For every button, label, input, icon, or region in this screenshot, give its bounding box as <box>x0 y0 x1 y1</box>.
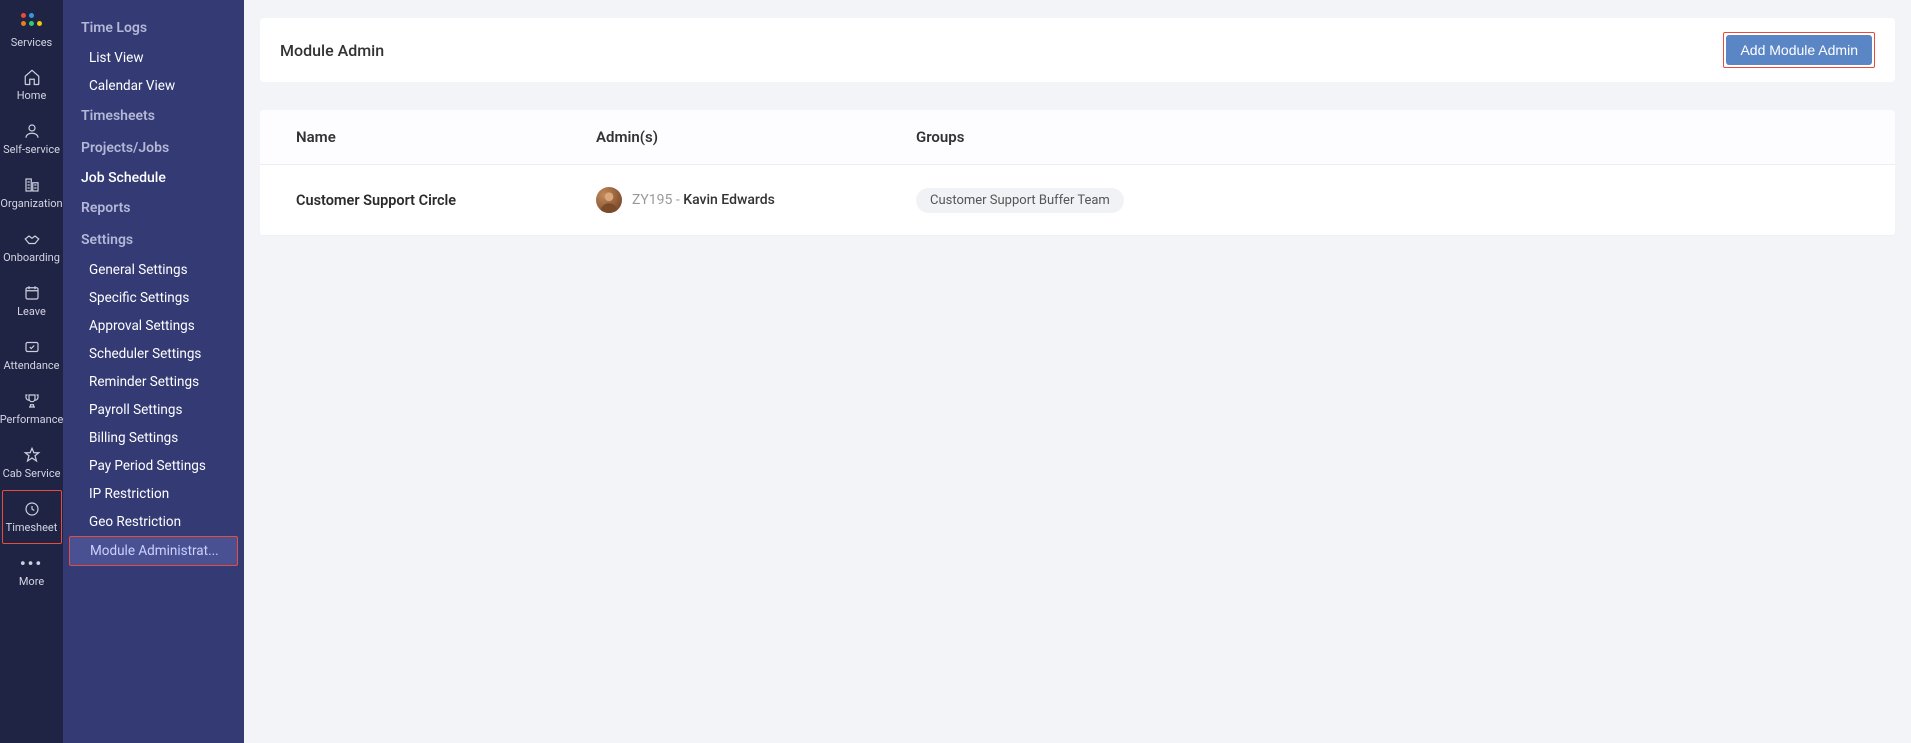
calendar-icon <box>23 284 41 302</box>
add-module-admin-highlight: Add Module Admin <box>1723 32 1875 68</box>
column-header-groups: Groups <box>916 128 1859 146</box>
cell-admins: ZY195 - Kavin Edwards <box>596 187 916 213</box>
rail-onboarding[interactable]: Onboarding <box>2 220 62 274</box>
app-logo-icon <box>20 13 44 31</box>
main-area: Module Admin Add Module Admin Name Admin… <box>244 0 1911 743</box>
admin-name: Kavin Edwards <box>683 192 775 208</box>
rail-leave[interactable]: Leave <box>2 274 62 328</box>
rail-label: Performance <box>0 413 63 426</box>
table-row[interactable]: Customer Support Circle ZY195 - Kavin Ed… <box>260 165 1895 236</box>
cell-name: Customer Support Circle <box>296 192 596 209</box>
rail-more[interactable]: ••• More <box>2 544 62 598</box>
rail-label: Self-service <box>3 143 60 156</box>
column-header-name: Name <box>296 128 596 146</box>
rail-attendance[interactable]: Attendance <box>2 328 62 382</box>
rail-label: Timesheet <box>6 521 58 534</box>
cell-groups: Customer Support Buffer Team <box>916 188 1859 213</box>
sidebar-section-projects-jobs[interactable]: Projects/Jobs <box>63 132 244 164</box>
rail-self-service[interactable]: Self-service <box>2 112 62 166</box>
clock-icon <box>23 500 41 518</box>
sidebar-item-specific-settings[interactable]: Specific Settings <box>63 284 244 312</box>
primary-nav: Services Home Self-service Organization … <box>0 0 63 743</box>
rail-label: Cab Service <box>3 467 61 480</box>
admin-code: ZY195 <box>632 192 672 208</box>
rail-label: Attendance <box>3 359 59 372</box>
sidebar-section-reports[interactable]: Reports <box>63 192 244 224</box>
page-header-card: Module Admin Add Module Admin <box>260 18 1895 82</box>
sidebar-item-approval-settings[interactable]: Approval Settings <box>63 312 244 340</box>
sidebar-item-reminder-settings[interactable]: Reminder Settings <box>63 368 244 396</box>
sidebar-section-timesheets[interactable]: Timesheets <box>63 100 244 132</box>
rail-label: Onboarding <box>3 251 60 264</box>
sidebar-item-general-settings[interactable]: General Settings <box>63 256 244 284</box>
user-icon <box>23 122 41 140</box>
sidebar-item-calendar-view[interactable]: Calendar View <box>63 72 244 100</box>
rail-label: Home <box>17 89 47 102</box>
rail-label: Leave <box>17 305 46 318</box>
sidebar-item-pay-period-settings[interactable]: Pay Period Settings <box>63 452 244 480</box>
sidebar-item-scheduler-settings[interactable]: Scheduler Settings <box>63 340 244 368</box>
rail-label: More <box>19 575 44 588</box>
column-header-admins: Admin(s) <box>596 128 916 146</box>
more-icon: ••• <box>23 554 41 572</box>
rail-organization[interactable]: Organization <box>2 166 62 220</box>
table-header-row: Name Admin(s) Groups <box>260 110 1895 165</box>
attendance-icon <box>23 338 41 356</box>
sidebar-item-job-schedule[interactable]: Job Schedule <box>63 164 244 192</box>
home-icon <box>23 68 41 86</box>
sidebar-item-payroll-settings[interactable]: Payroll Settings <box>63 396 244 424</box>
rail-performance[interactable]: Performance <box>2 382 62 436</box>
group-chip: Customer Support Buffer Team <box>916 188 1124 213</box>
rail-timesheet[interactable]: Timesheet <box>2 490 62 544</box>
rail-label: Organization <box>0 197 62 210</box>
sidebar-section-settings[interactable]: Settings <box>63 224 244 256</box>
star-icon <box>23 446 41 464</box>
sidebar-item-ip-restriction[interactable]: IP Restriction <box>63 480 244 508</box>
avatar <box>596 187 622 213</box>
organization-icon <box>23 176 41 194</box>
sidebar-section-time-logs[interactable]: Time Logs <box>63 12 244 44</box>
sidebar-item-list-view[interactable]: List View <box>63 44 244 72</box>
module-admin-table: Name Admin(s) Groups Customer Support Ci… <box>260 110 1895 236</box>
rail-cab-service[interactable]: Cab Service <box>2 436 62 490</box>
secondary-sidebar: Time Logs List View Calendar View Timesh… <box>63 0 244 743</box>
trophy-icon <box>23 392 41 410</box>
add-module-admin-button[interactable]: Add Module Admin <box>1726 35 1872 65</box>
admin-separator: - <box>672 192 683 208</box>
handshake-icon <box>23 230 41 248</box>
rail-label: Services <box>11 36 52 49</box>
page-title: Module Admin <box>280 41 384 60</box>
rail-services[interactable]: Services <box>2 4 62 58</box>
rail-home[interactable]: Home <box>2 58 62 112</box>
sidebar-item-geo-restriction[interactable]: Geo Restriction <box>63 508 244 536</box>
sidebar-item-billing-settings[interactable]: Billing Settings <box>63 424 244 452</box>
sidebar-item-module-administration[interactable]: Module Administrat... <box>69 536 238 566</box>
